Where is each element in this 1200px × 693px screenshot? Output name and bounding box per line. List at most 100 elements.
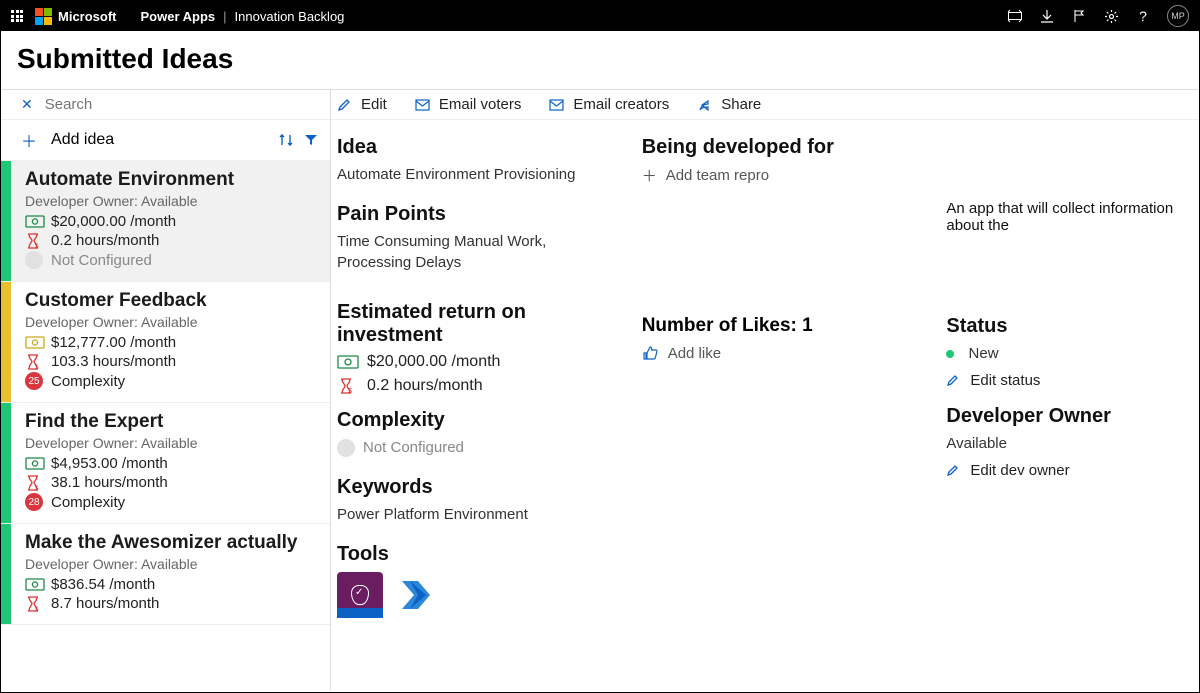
svg-text:$: $ xyxy=(35,607,39,612)
settings-icon[interactable] xyxy=(1103,8,1119,24)
svg-text:$: $ xyxy=(348,388,352,395)
brand-name: Microsoft xyxy=(58,9,117,24)
card-title: Customer Feedback xyxy=(25,290,318,312)
tools-heading: Tools xyxy=(337,543,618,566)
action-bar: Edit Email voters Email creators Share xyxy=(331,90,1199,120)
environment-icon[interactable] xyxy=(1007,8,1023,24)
card-hours: $ 38.1 hours/month xyxy=(25,474,318,491)
money-icon xyxy=(337,355,359,369)
card-hours: $ 0.2 hours/month xyxy=(25,232,318,249)
app-sub-name[interactable]: Innovation Backlog xyxy=(235,9,345,24)
card-cost: $12,777.00 /month xyxy=(25,334,318,351)
status-heading: Status xyxy=(946,315,1199,338)
share-button[interactable]: Share xyxy=(697,96,761,113)
app-name[interactable]: Power Apps xyxy=(141,9,216,24)
breadcrumb-sep: | xyxy=(223,9,226,24)
keywords-heading: Keywords xyxy=(337,476,618,499)
roi-heading: Estimated return on investment xyxy=(337,301,618,347)
hourglass-icon: $ xyxy=(25,233,43,249)
complexity-heading: Complexity xyxy=(337,409,618,432)
status-value: New xyxy=(946,344,1199,364)
share-icon xyxy=(697,98,713,112)
being-developed-heading: Being developed for xyxy=(642,136,923,159)
idea-card[interactable]: Make the Awesomizer actually Developer O… xyxy=(1,524,330,625)
svg-text:$: $ xyxy=(35,244,39,249)
card-stripe xyxy=(1,524,11,624)
search-row: ✕ xyxy=(1,90,330,120)
power-automate-icon xyxy=(398,577,434,613)
tool-tile-security[interactable] xyxy=(337,572,383,618)
download-icon[interactable] xyxy=(1039,8,1055,24)
add-team-button[interactable]: ＋ Add team repro xyxy=(642,165,923,186)
hourglass-icon: $ xyxy=(25,475,43,491)
add-icon[interactable]: ＋ xyxy=(21,128,37,152)
filter-icon[interactable] xyxy=(304,133,318,147)
detail-panel: Edit Email voters Email creators Share xyxy=(331,90,1199,691)
idea-heading: Idea xyxy=(337,136,618,159)
sort-icon[interactable] xyxy=(278,133,294,147)
clear-search-icon[interactable]: ✕ xyxy=(21,96,33,113)
card-hours: $ 103.3 hours/month xyxy=(25,353,318,370)
svg-text:$: $ xyxy=(35,365,39,370)
user-avatar[interactable]: MP xyxy=(1167,5,1189,27)
money-icon xyxy=(25,215,43,228)
card-title: Find the Expert xyxy=(25,411,318,433)
dev-owner-value: Available xyxy=(946,434,1199,454)
mail-icon xyxy=(549,99,565,111)
pencil-icon xyxy=(946,464,960,477)
card-owner: Developer Owner: Available xyxy=(25,314,318,330)
likes-heading: Number of Likes: 1 xyxy=(642,315,923,337)
card-complexity: Not Configured xyxy=(25,251,318,269)
add-idea-label[interactable]: Add idea xyxy=(51,131,114,149)
card-complexity: 28 Complexity xyxy=(25,493,318,511)
dev-owner-heading: Developer Owner xyxy=(946,405,1199,428)
edit-dev-owner-button[interactable]: Edit dev owner xyxy=(946,462,1199,479)
svg-text:$: $ xyxy=(35,486,39,491)
plus-icon: ＋ xyxy=(642,165,656,186)
tool-tile-power-automate[interactable] xyxy=(393,572,439,618)
mail-icon xyxy=(415,99,431,111)
card-cost: $4,953.00 /month xyxy=(25,455,318,472)
card-title: Automate Environment xyxy=(25,169,318,191)
search-input[interactable] xyxy=(45,96,318,113)
tools-row xyxy=(337,572,618,618)
pencil-icon xyxy=(946,374,960,387)
email-voters-button[interactable]: Email voters xyxy=(415,96,522,113)
keywords-value: Power Platform Environment xyxy=(337,505,618,525)
complexity-value: Not Configured xyxy=(337,438,618,458)
card-owner: Developer Owner: Available xyxy=(25,435,318,451)
add-like-button[interactable]: Add like xyxy=(642,345,923,362)
card-complexity-label: Complexity xyxy=(51,373,125,390)
card-complexity-label: Not Configured xyxy=(51,252,152,269)
card-owner: Developer Owner: Available xyxy=(25,556,318,572)
card-cost: $20,000.00 /month xyxy=(25,213,318,230)
roi-hours: $ 0.2 hours/month xyxy=(337,377,618,395)
page-title: Submitted Ideas xyxy=(1,31,1199,90)
app-launcher-icon[interactable] xyxy=(11,10,23,22)
flag-icon[interactable] xyxy=(1071,8,1087,24)
card-complexity-label: Complexity xyxy=(51,494,125,511)
hourglass-icon: $ xyxy=(25,354,43,370)
idea-description: An app that will collect information abo… xyxy=(946,200,1199,234)
email-creators-button[interactable]: Email creators xyxy=(549,96,669,113)
idea-card[interactable]: Find the Expert Developer Owner: Availab… xyxy=(1,403,330,524)
roi-cost: $20,000.00 /month xyxy=(337,353,618,371)
card-hours: $ 8.7 hours/month xyxy=(25,595,318,612)
add-idea-row: ＋ Add idea xyxy=(1,120,330,161)
help-icon[interactable]: ? xyxy=(1135,8,1151,24)
complexity-badge xyxy=(25,251,43,269)
microsoft-logo xyxy=(35,8,52,25)
status-dot-icon xyxy=(946,350,954,358)
edit-button[interactable]: Edit xyxy=(337,96,387,113)
global-header: Microsoft Power Apps | Innovation Backlo… xyxy=(1,1,1199,31)
hourglass-icon: $ xyxy=(337,377,359,395)
complexity-badge xyxy=(337,439,355,457)
money-icon xyxy=(25,457,43,470)
idea-card[interactable]: Customer Feedback Developer Owner: Avail… xyxy=(1,282,330,403)
idea-card[interactable]: Automate Environment Developer Owner: Av… xyxy=(1,161,330,282)
edit-status-button[interactable]: Edit status xyxy=(946,372,1199,389)
money-icon xyxy=(25,578,43,591)
card-title: Make the Awesomizer actually xyxy=(25,532,318,554)
card-stripe xyxy=(1,403,11,523)
ideas-list-panel: ✕ ＋ Add idea Automate Environment Develo… xyxy=(1,90,331,691)
